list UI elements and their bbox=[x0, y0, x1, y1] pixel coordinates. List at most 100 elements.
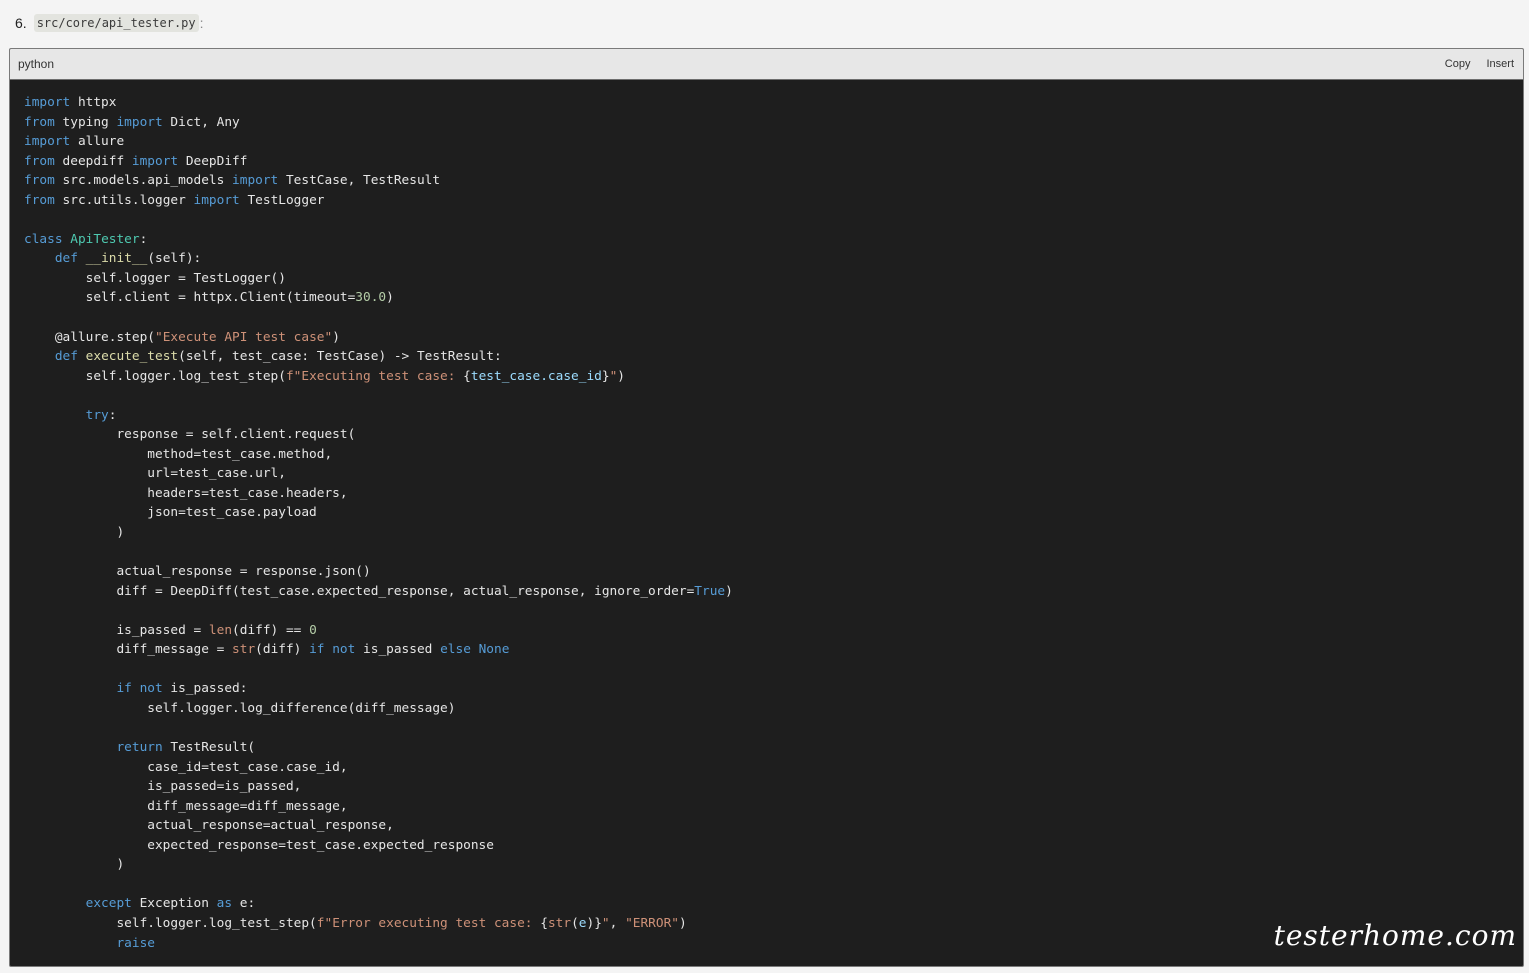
code-token: typing bbox=[54, 114, 117, 130]
code-line: except Exception as e: bbox=[24, 894, 1523, 914]
code-token: return bbox=[116, 740, 163, 756]
code-token: 30.0 bbox=[355, 290, 387, 306]
code-line: diff_message=diff_message, bbox=[24, 797, 1523, 817]
code-token: def bbox=[54, 251, 78, 267]
code-token: ) bbox=[679, 915, 687, 931]
code-token: ) bbox=[617, 368, 626, 384]
code-token: self.logger.log_test_step( bbox=[24, 368, 286, 384]
code-token: TestCase, TestResult bbox=[278, 173, 441, 189]
code-token: json=test_case.payload bbox=[24, 505, 317, 521]
code-line: method=test_case.method, bbox=[24, 445, 1523, 465]
code-token: { bbox=[463, 368, 471, 384]
code-token: import bbox=[232, 173, 279, 189]
code-token: import bbox=[131, 153, 179, 169]
code-line: import httpx bbox=[24, 93, 1523, 113]
code-token: actual_response = response.json() bbox=[24, 564, 371, 580]
code-token: is_passed=is_passed, bbox=[24, 779, 302, 795]
code-line: return TestResult( bbox=[24, 738, 1523, 758]
code-token: if not bbox=[309, 642, 356, 658]
code-line: def __init__(self): bbox=[24, 249, 1523, 269]
code-token: e bbox=[578, 915, 587, 931]
code-token: Exception bbox=[131, 896, 217, 912]
code-token: True bbox=[694, 583, 726, 599]
code-line: self.client = httpx.Client(timeout=30.0) bbox=[24, 288, 1523, 308]
code-line: if not is_passed: bbox=[24, 679, 1523, 699]
code-line: actual_response=actual_response, bbox=[24, 816, 1523, 836]
code-token: TestLogger bbox=[239, 192, 325, 208]
code-token: diff_message=diff_message, bbox=[24, 798, 348, 814]
code-token: method=test_case.method, bbox=[24, 446, 333, 462]
code-line: response = self.client.request( bbox=[24, 425, 1523, 445]
code-line: ) bbox=[24, 523, 1523, 543]
code-token: len bbox=[208, 622, 233, 638]
code-token: as bbox=[216, 896, 233, 912]
code-line: def execute_test(self, test_case: TestCa… bbox=[24, 347, 1523, 367]
code-token: else None bbox=[440, 642, 510, 658]
code-token: Dict, Any bbox=[162, 114, 240, 130]
code-token: self.logger = TestLogger() bbox=[24, 270, 286, 286]
code-token: is_passed bbox=[355, 642, 441, 658]
code-line: actual_response = response.json() bbox=[24, 562, 1523, 582]
code-token: diff = DeepDiff(test_case.expected_respo… bbox=[24, 583, 695, 599]
code-token: url=test_case.url, bbox=[24, 466, 286, 482]
file-path-code: src/core/api_tester.py bbox=[33, 14, 199, 32]
code-token: expected_response=test_case.expected_res… bbox=[24, 837, 494, 853]
code-token: deepdiff bbox=[54, 153, 132, 169]
code-content[interactable]: import httpx from typing import Dict, Any… bbox=[10, 80, 1523, 953]
code-line: json=test_case.payload bbox=[24, 503, 1523, 523]
code-line: diff = DeepDiff(test_case.expected_respo… bbox=[24, 582, 1523, 602]
list-number: 6. bbox=[15, 15, 27, 31]
code-token: "ERROR" bbox=[625, 915, 679, 931]
code-token: allure bbox=[70, 134, 125, 150]
code-token: DeepDiff bbox=[178, 153, 248, 169]
code-line: from typing import Dict, Any bbox=[24, 113, 1523, 133]
heading-colon: : bbox=[199, 15, 204, 31]
copy-button[interactable]: Copy bbox=[1445, 58, 1471, 70]
code-line: headers=test_case.headers, bbox=[24, 484, 1523, 504]
code-line: diff_message = str(diff) if not is_passe… bbox=[24, 640, 1523, 660]
code-token: class bbox=[24, 231, 63, 247]
code-line: url=test_case.url, bbox=[24, 464, 1523, 484]
code-token: actual_response=actual_response, bbox=[24, 818, 394, 834]
code-line: from src.models.api_models import TestCa… bbox=[24, 171, 1523, 191]
code-token: ) bbox=[24, 525, 125, 541]
code-token: "Execute API test case" bbox=[154, 329, 333, 345]
code-token: self.client = httpx.Client(timeout= bbox=[24, 290, 356, 306]
code-line: from deepdiff import DeepDiff bbox=[24, 152, 1523, 172]
code-token: is_passed = bbox=[24, 622, 209, 638]
code-line: self.logger.log_test_step(f"Executing te… bbox=[24, 367, 1523, 387]
code-token: raise bbox=[116, 935, 155, 951]
code-line: is_passed = len(diff) == 0 bbox=[24, 621, 1523, 641]
code-token: src.utils.logger bbox=[54, 192, 194, 208]
code-token: (diff) bbox=[255, 642, 310, 658]
code-line: class ApiTester: bbox=[24, 230, 1523, 250]
code-token: (self, test_case: TestCase) -> TestResul… bbox=[178, 349, 502, 365]
insert-button[interactable]: Insert bbox=[1486, 58, 1514, 70]
code-line: self.logger.log_difference(diff_message) bbox=[24, 699, 1523, 719]
code-token: headers=test_case.headers, bbox=[24, 485, 348, 501]
language-label: python bbox=[18, 57, 55, 71]
code-token: (self): bbox=[147, 251, 202, 267]
code-token: import bbox=[193, 192, 240, 208]
code-line: is_passed=is_passed, bbox=[24, 777, 1523, 797]
code-token: test_case.case_id bbox=[470, 368, 602, 384]
code-token: execute_test bbox=[85, 349, 179, 365]
code-token: from bbox=[24, 173, 55, 189]
code-token: if not bbox=[116, 681, 163, 697]
code-token: (diff) == bbox=[232, 622, 310, 638]
code-token: e: bbox=[232, 896, 256, 912]
code-token: @allure.step( bbox=[24, 329, 155, 345]
code-token: import bbox=[24, 134, 71, 150]
